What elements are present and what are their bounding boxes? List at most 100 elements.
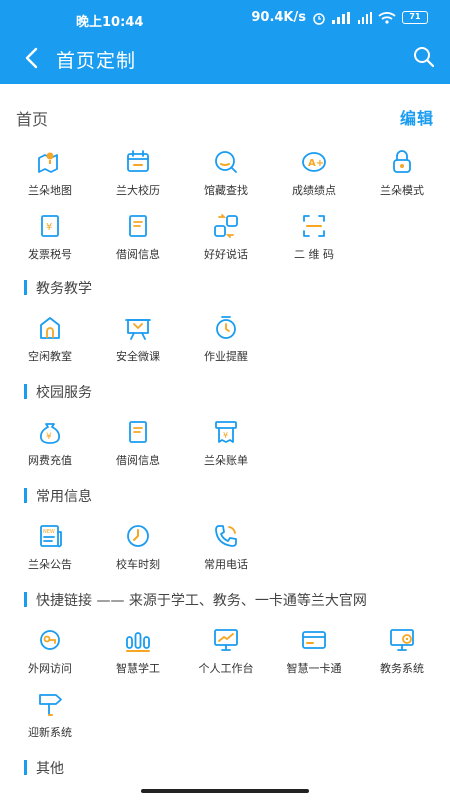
edit-button[interactable]: 编辑: [400, 105, 434, 129]
grid-item[interactable]: 借阅信息: [94, 418, 182, 474]
app-header: 晚上10:44 90.4K/s 71 首页定制: [0, 0, 450, 84]
grid-item[interactable]: 安全微课: [94, 314, 182, 370]
grid-item[interactable]: 作业提醒: [182, 314, 270, 370]
money-bag-icon: ¥: [39, 423, 61, 444]
grid-item-label: 好好说话: [204, 248, 248, 261]
lock-icon: [393, 150, 411, 173]
grid-item[interactable]: 迎新系统: [6, 690, 94, 746]
svg-text:¥: ¥: [223, 431, 228, 440]
signpost-icon: [39, 694, 62, 716]
grid-item-label: 借阅信息: [116, 248, 160, 261]
section-heading: 教务教学: [24, 278, 92, 298]
classroom-icon: [40, 317, 60, 339]
grid-item[interactable]: 馆藏查找: [182, 148, 270, 204]
status-right: 90.4K/s 71: [251, 10, 428, 25]
network-speed: 90.4K/s: [251, 10, 306, 25]
grid-item[interactable]: 教务系统: [358, 626, 446, 682]
grid-item-label: 空闲教室: [28, 350, 72, 363]
svg-text:¥: ¥: [46, 222, 52, 233]
key-icon: [40, 630, 60, 650]
grid-item-label: 个人工作台: [198, 662, 254, 675]
page-title: 首页定制: [56, 50, 137, 72]
clock-icon: [127, 525, 149, 547]
news-icon: NEW: [40, 525, 62, 548]
grid-item[interactable]: A+ 成绩绩点: [270, 148, 358, 204]
grid-item-label: 作业提醒: [204, 350, 248, 363]
grid-item[interactable]: NEW 兰朵公告: [6, 522, 94, 578]
status-time: 晚上10:44: [76, 15, 144, 30]
grid-item-label: 教务系统: [380, 662, 424, 675]
grid-item[interactable]: 空闲教室: [6, 314, 94, 370]
lecture-icon: [125, 319, 151, 340]
grid-item[interactable]: 兰朵模式: [358, 148, 446, 204]
grid-item-label: 智慧一卡通: [286, 662, 342, 675]
section-heading: 校园服务: [24, 382, 92, 402]
svg-text:NEW: NEW: [43, 529, 55, 535]
map-icon: [38, 152, 58, 173]
grid-item-label: 二 维 码: [294, 248, 334, 261]
grid-item[interactable]: ¥ 发票税号: [6, 212, 94, 268]
book-icon: [129, 421, 147, 443]
monitor-icon: [214, 629, 238, 651]
grid-item-label: 安全微课: [116, 350, 160, 363]
grid-item-label: 外网访问: [28, 662, 72, 675]
svg-text:A+: A+: [308, 158, 324, 169]
grid-item-label: 校车时刻: [116, 558, 160, 571]
svg-text:¥: ¥: [46, 432, 52, 442]
grid-item[interactable]: 借阅信息: [94, 212, 182, 268]
search-icon[interactable]: [412, 45, 436, 69]
grid-item[interactable]: 个人工作台: [182, 626, 270, 682]
grid-item[interactable]: 二 维 码: [270, 212, 358, 268]
grade-icon: A+: [302, 152, 326, 172]
section-heading: 常用信息: [24, 486, 92, 506]
grid-item[interactable]: ¥ 网费充值: [6, 418, 94, 474]
invoice-icon: ¥: [41, 215, 59, 237]
grid-item-label: 馆藏查找: [204, 184, 248, 197]
alarm-icon: [216, 316, 236, 339]
main-content: 首页 编辑 兰朵地图 兰大校历 馆藏查找 A+ 成绩绩点 兰朵模式 ¥ 发票税号 借阅信息 好好说…: [0, 84, 450, 800]
grid-item[interactable]: 兰朵地图: [6, 148, 94, 204]
status-bar: 晚上10:44 90.4K/s 71: [0, 0, 450, 36]
nav-bar: 首页定制: [0, 36, 450, 82]
grid-item[interactable]: 常用电话: [182, 522, 270, 578]
stats-icon: [126, 632, 150, 652]
calendar-icon: [127, 150, 149, 172]
signal-icon-2: [358, 11, 372, 24]
grid-item[interactable]: 兰大校历: [94, 148, 182, 204]
grid-item-label: 智慧学工: [116, 662, 160, 675]
grid-item-label: 常用电话: [204, 558, 248, 571]
bill-icon: ¥: [215, 421, 237, 443]
system-settings-icon: [390, 629, 414, 651]
grid-item[interactable]: 智慧一卡通: [270, 626, 358, 682]
section-heading: 快捷链接 —— 来源于学工、教务、一卡通等兰大官网: [24, 590, 367, 610]
gesture-bar: [141, 789, 309, 793]
grid-item[interactable]: 智慧学工: [94, 626, 182, 682]
grid-item[interactable]: 好好说话: [182, 212, 270, 268]
grid-item-label: 网费充值: [28, 454, 72, 467]
book-icon: [129, 215, 147, 237]
grid-item-label: 成绩绩点: [292, 184, 336, 197]
grid-item-label: 兰朵模式: [380, 184, 424, 197]
back-arrow-icon[interactable]: [22, 46, 42, 70]
section-heading: 其他: [24, 758, 64, 778]
battery-icon: 71: [402, 11, 428, 24]
grid-item-label: 兰朵公告: [28, 558, 72, 571]
grid-item-label: 兰朵账单: [204, 454, 248, 467]
alarm-status-icon: [313, 12, 325, 25]
grid-item-label: 兰大校历: [116, 184, 160, 197]
card-icon: [302, 631, 326, 649]
home-heading: 首页: [16, 110, 49, 129]
qrcode-scan-icon: [303, 215, 325, 237]
wifi-icon: [378, 12, 396, 24]
signal-icon: [332, 11, 350, 24]
translate-icon: [214, 214, 238, 238]
grid-item-label: 借阅信息: [116, 454, 160, 467]
grid-item-label: 发票税号: [28, 248, 72, 261]
grid-item[interactable]: ¥ 兰朵账单: [182, 418, 270, 474]
grid-item-label: 迎新系统: [28, 726, 72, 739]
grid-item-label: 兰朵地图: [28, 184, 72, 197]
search-book-icon: [215, 151, 237, 173]
phone-icon: [215, 525, 237, 547]
grid-item[interactable]: 校车时刻: [94, 522, 182, 578]
grid-item[interactable]: 外网访问: [6, 626, 94, 682]
